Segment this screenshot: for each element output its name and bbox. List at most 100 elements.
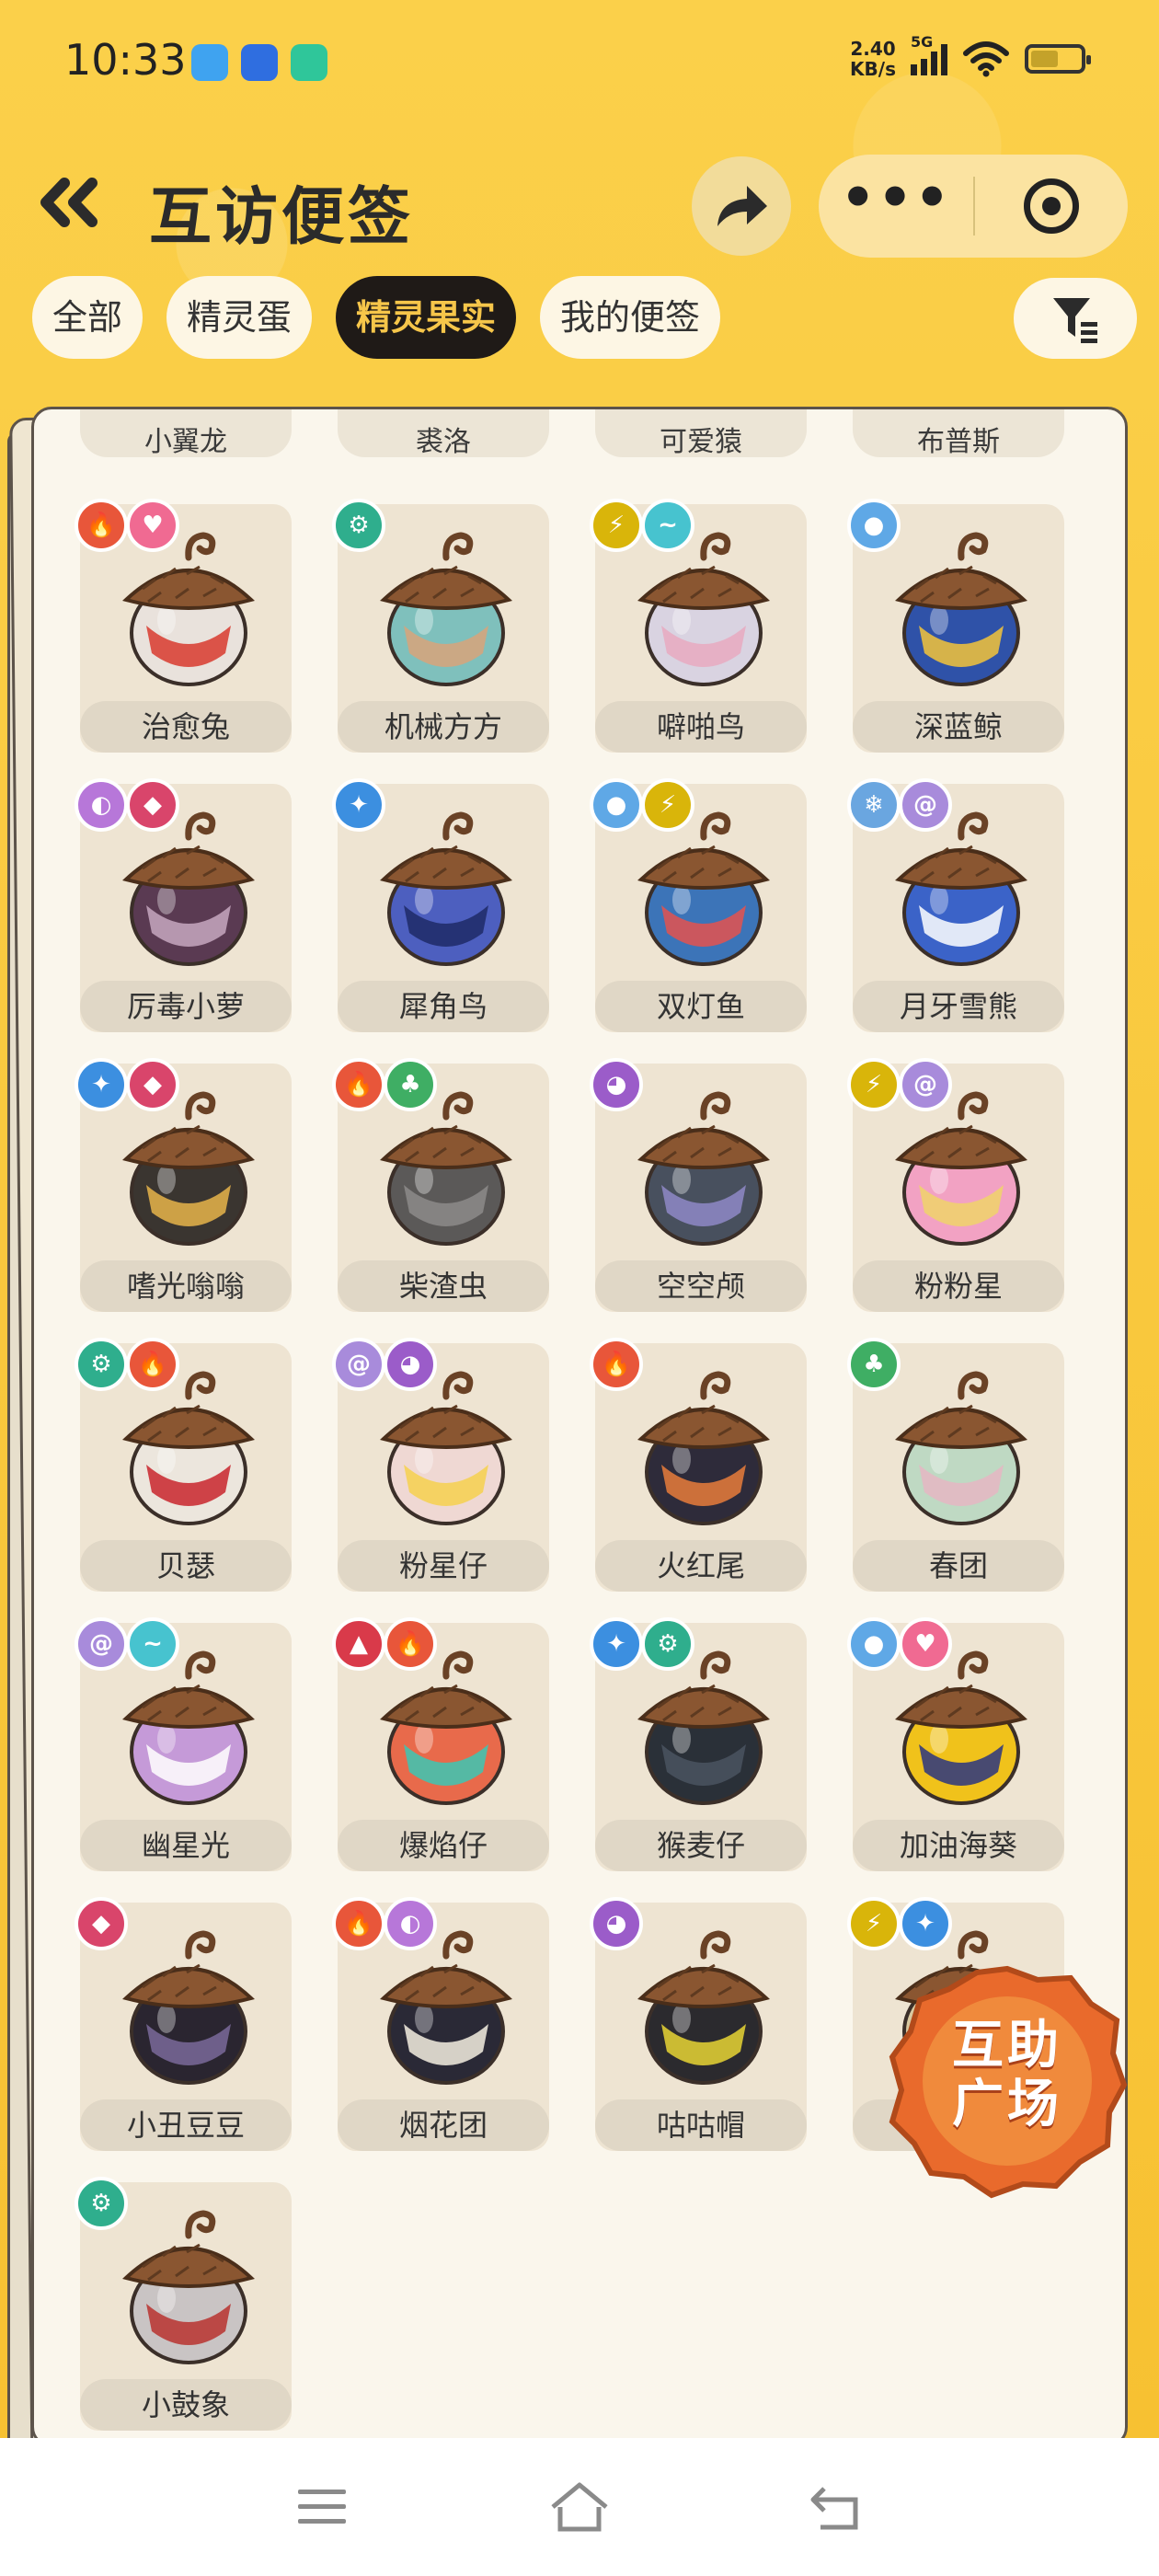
fruit-card[interactable]: ✦ 犀角鸟 bbox=[332, 778, 549, 1032]
partial-item-name: 可爱猿 bbox=[660, 426, 742, 458]
fruit-name: 粉星仔 bbox=[338, 1540, 549, 1592]
fruit-name: 咕咕帽 bbox=[595, 2099, 807, 2151]
fruit-card[interactable]: 🔥 ♥ 治愈兔 bbox=[75, 499, 292, 753]
fruit-card[interactable]: ⚡ @ 粉粉星 bbox=[847, 1058, 1064, 1312]
fruit-name: 深蓝鲸 bbox=[853, 701, 1064, 753]
fruit-card[interactable]: ✦ ◆ 嗜光嗡嗡 bbox=[75, 1058, 292, 1312]
system-nav-bar bbox=[0, 2438, 1159, 2576]
help-plaza-label: 互助 广场 bbox=[920, 2017, 1095, 2134]
help-plaza-button[interactable]: 互助 广场 bbox=[883, 1960, 1131, 2199]
fruit-card[interactable]: ◕ 空空颅 bbox=[590, 1058, 807, 1312]
acorn-fruit-icon bbox=[380, 1930, 512, 2085]
fire-type-icon: 🔥 bbox=[384, 1617, 437, 1671]
fruit-card[interactable]: ◕ 咕咕帽 bbox=[590, 1897, 807, 2151]
fruit-name: 加油海葵 bbox=[853, 1820, 1064, 1871]
star-type-icon: ✦ bbox=[590, 1617, 643, 1671]
star-type-icon: ✦ bbox=[899, 1897, 952, 1950]
menu-button[interactable] bbox=[285, 2475, 359, 2539]
fruit-name: 烟花团 bbox=[338, 2099, 549, 2151]
partial-row: 小翼龙 裘洛 可爱猿 布普斯 bbox=[80, 409, 1119, 466]
status-bar: 10:33 2.40 KB/s 5G bbox=[0, 0, 1159, 124]
poison-type-icon: ◐ bbox=[384, 1897, 437, 1950]
gear-type-icon: ⚙ bbox=[75, 1338, 128, 1391]
acorn-fruit-icon bbox=[122, 1091, 255, 1246]
gear-type-icon: ⚙ bbox=[75, 2177, 128, 2230]
fruit-name: 双灯鱼 bbox=[595, 981, 807, 1032]
fruit-name: 粉粉星 bbox=[853, 1260, 1064, 1312]
fire-type-icon: 🔥 bbox=[75, 499, 128, 552]
wifi-icon bbox=[962, 40, 1010, 77]
tab-all[interactable]: 全部 bbox=[32, 276, 143, 359]
acorn-fruit-icon bbox=[122, 811, 255, 966]
fruit-card[interactable]: ⚙ 机械方方 bbox=[332, 499, 549, 753]
acorn-fruit-icon bbox=[637, 532, 770, 686]
fruit-card[interactable]: ⚙ 小鼓象 bbox=[75, 2177, 292, 2431]
fruit-card[interactable]: ♣ 春团 bbox=[847, 1338, 1064, 1592]
status-indicators: 2.40 KB/s 5G bbox=[850, 33, 1091, 79]
partial-item-name: 小翼龙 bbox=[144, 426, 227, 458]
back-nav-button[interactable] bbox=[800, 2475, 874, 2539]
fruit-name: 爆焰仔 bbox=[338, 1820, 549, 1871]
bolt-type-icon: ⚡ bbox=[590, 499, 643, 552]
weather-app-icon bbox=[191, 44, 228, 81]
fruit-name: 小丑豆豆 bbox=[80, 2099, 292, 2151]
acorn-fruit-icon bbox=[380, 1091, 512, 1246]
net-speed: 2.40 KB/s bbox=[850, 39, 896, 79]
share-arrow-icon bbox=[717, 186, 767, 226]
filter-button[interactable] bbox=[1014, 278, 1137, 359]
acorn-fruit-icon bbox=[122, 1930, 255, 2085]
fruit-card[interactable]: 🔥 火红尾 bbox=[590, 1338, 807, 1592]
double-chevron-left-icon bbox=[40, 178, 98, 227]
fruit-card[interactable]: 🔥 ◐ 烟花团 bbox=[332, 1897, 549, 2151]
fruit-card[interactable]: @ ◕ 粉星仔 bbox=[332, 1338, 549, 1592]
share-button[interactable] bbox=[692, 156, 791, 256]
water-type-icon: ● bbox=[847, 499, 901, 552]
home-button[interactable] bbox=[543, 2475, 616, 2539]
net-speed-value: 2.40 bbox=[850, 38, 896, 60]
fruit-card[interactable]: ✦ ⚙ 猴麦仔 bbox=[590, 1617, 807, 1871]
back-button[interactable] bbox=[33, 170, 107, 235]
poison-type-icon: ◐ bbox=[75, 778, 128, 832]
fruit-card[interactable]: ▲ 🔥 爆焰仔 bbox=[332, 1617, 549, 1871]
leaf-type-icon: ♣ bbox=[384, 1058, 437, 1111]
acorn-fruit-icon bbox=[637, 1930, 770, 2085]
close-miniprogram-button[interactable] bbox=[975, 178, 1128, 234]
back-arrow-icon bbox=[810, 2487, 858, 2530]
fruit-card[interactable]: @ ~ 幽星光 bbox=[75, 1617, 292, 1871]
home-icon bbox=[551, 2482, 608, 2532]
battery-icon bbox=[1025, 44, 1091, 74]
fire-type-icon: 🔥 bbox=[590, 1338, 643, 1391]
fruit-card[interactable]: ● ♥ 加油海葵 bbox=[847, 1617, 1064, 1871]
tab-spirit-egg[interactable]: 精灵蛋 bbox=[166, 276, 313, 359]
leaf-type-icon: ♣ bbox=[847, 1338, 901, 1391]
acorn-fruit-icon bbox=[637, 1091, 770, 1246]
message-app-icon bbox=[241, 44, 278, 81]
acorn-fruit-icon bbox=[637, 1650, 770, 1805]
ghost-type-icon: ◕ bbox=[590, 1897, 643, 1950]
fruit-card[interactable]: ⚙ 🔥 贝瑟 bbox=[75, 1338, 292, 1592]
fruit-card[interactable]: ❄ @ 月牙雪熊 bbox=[847, 778, 1064, 1032]
fruit-card[interactable]: ● 深蓝鲸 bbox=[847, 499, 1064, 753]
tab-spirit-fruit[interactable]: 精灵果实 bbox=[336, 276, 517, 359]
partial-item-name: 布普斯 bbox=[917, 426, 1000, 458]
fruit-card[interactable]: ◆ 小丑豆豆 bbox=[75, 1897, 292, 2151]
ghost-type-icon: ◕ bbox=[590, 1058, 643, 1111]
fruit-card[interactable]: ● ⚡ 双灯鱼 bbox=[590, 778, 807, 1032]
fruit-card[interactable]: ⚡ ~ 噼啪鸟 bbox=[590, 499, 807, 753]
help-plaza-line1: 互助 bbox=[952, 2016, 1062, 2076]
acorn-fruit-icon bbox=[380, 1650, 512, 1805]
water-type-icon: ● bbox=[847, 1617, 901, 1671]
fruit-card[interactable]: ◐ ◆ 厉毒小萝 bbox=[75, 778, 292, 1032]
bolt-type-icon: ⚡ bbox=[847, 1897, 901, 1950]
fruit-card[interactable]: 🔥 ♣ 柴渣虫 bbox=[332, 1058, 549, 1312]
cell-signal-icon: 5G bbox=[911, 33, 947, 75]
more-options-button[interactable]: ••• bbox=[819, 170, 973, 225]
tab-my-notes[interactable]: 我的便签 bbox=[540, 276, 721, 359]
acorn-fruit-icon bbox=[637, 811, 770, 966]
fruit-name: 治愈兔 bbox=[80, 701, 292, 753]
acorn-fruit-icon bbox=[122, 2210, 255, 2364]
fruit-name: 机械方方 bbox=[338, 701, 549, 753]
ghost-type-icon: ◕ bbox=[384, 1338, 437, 1391]
fruit-name: 嗜光嗡嗡 bbox=[80, 1260, 292, 1312]
filter-funnel-icon bbox=[1053, 298, 1097, 343]
